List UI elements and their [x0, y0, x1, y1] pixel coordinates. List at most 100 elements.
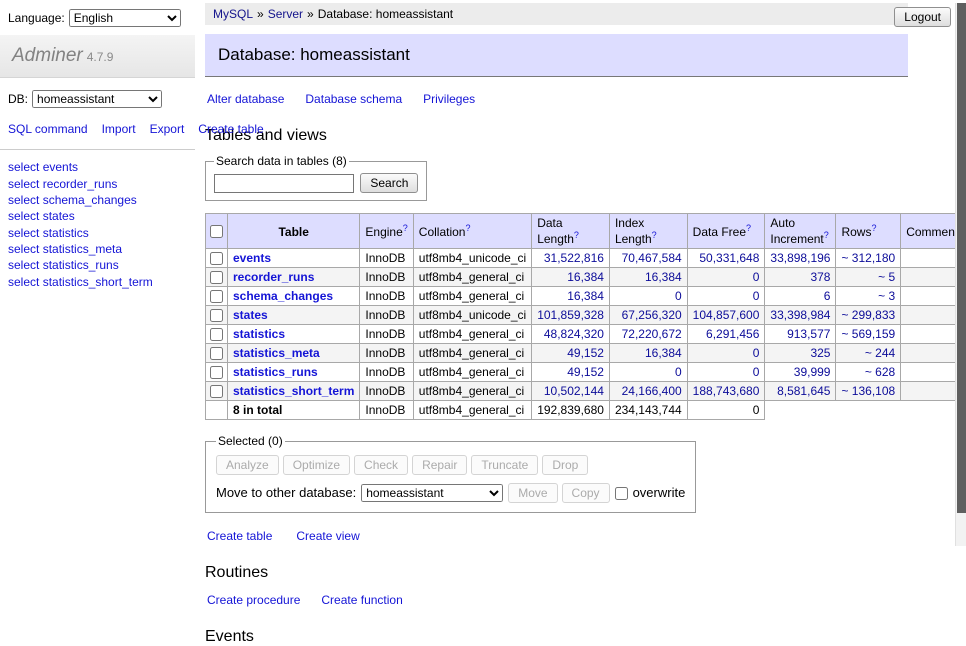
- auto-increment-link[interactable]: 8,581,645: [777, 384, 830, 398]
- create-function-link[interactable]: Create function: [321, 593, 402, 607]
- database-schema-link[interactable]: Database schema: [305, 92, 402, 106]
- rows-link[interactable]: ~ 569,159: [841, 327, 895, 341]
- row-checkbox[interactable]: [210, 385, 223, 398]
- rows-link[interactable]: ~ 3: [878, 289, 895, 303]
- rows-link[interactable]: ~ 299,833: [841, 308, 895, 322]
- table-name-link[interactable]: statistics_meta: [233, 346, 320, 360]
- rows-link[interactable]: ~ 312,180: [841, 251, 895, 265]
- data-free-link[interactable]: 0: [753, 270, 760, 284]
- row-checkbox[interactable]: [210, 366, 223, 379]
- rows-link[interactable]: ~ 136,108: [841, 384, 895, 398]
- select-link[interactable]: select: [8, 193, 39, 207]
- table-name-link[interactable]: states: [233, 308, 268, 322]
- rows-link[interactable]: ~ 244: [865, 346, 895, 360]
- table-name-link[interactable]: schema_changes: [233, 289, 333, 303]
- vertical-scrollbar[interactable]: [955, 3, 966, 546]
- index-length-link[interactable]: 0: [675, 365, 682, 379]
- select-link[interactable]: select: [8, 275, 39, 289]
- auto-increment-link[interactable]: 378: [810, 270, 830, 284]
- column-help-link[interactable]: ?: [746, 223, 751, 233]
- repair-button[interactable]: Repair: [412, 455, 467, 475]
- column-help-link[interactable]: ?: [871, 223, 876, 233]
- table-name-link[interactable]: statistics_runs: [233, 365, 318, 379]
- table-name-link[interactable]: schema_changes: [43, 193, 137, 207]
- auto-increment-link[interactable]: 33,398,984: [770, 308, 830, 322]
- column-help-link[interactable]: ?: [403, 223, 408, 233]
- overwrite-label[interactable]: overwrite: [633, 485, 686, 500]
- column-help-link[interactable]: ?: [574, 230, 579, 240]
- data-length-link[interactable]: 49,152: [567, 346, 604, 360]
- index-length-link[interactable]: 16,384: [645, 270, 682, 284]
- data-free-link[interactable]: 0: [753, 346, 760, 360]
- select-link[interactable]: select: [8, 242, 39, 256]
- drop-button[interactable]: Drop: [542, 455, 588, 475]
- auto-increment-link[interactable]: 33,898,196: [770, 251, 830, 265]
- data-length-link[interactable]: 16,384: [567, 289, 604, 303]
- data-length-link[interactable]: 16,384: [567, 270, 604, 284]
- auto-increment-link[interactable]: 39,999: [794, 365, 831, 379]
- data-length-link[interactable]: 48,824,320: [544, 327, 604, 341]
- row-checkbox[interactable]: [210, 328, 223, 341]
- data-free-link[interactable]: 188,743,680: [693, 384, 760, 398]
- logout-button[interactable]: Logout: [894, 7, 951, 27]
- language-select[interactable]: English: [69, 9, 181, 27]
- row-checkbox[interactable]: [210, 290, 223, 303]
- index-length-link[interactable]: 70,467,584: [622, 251, 682, 265]
- data-length-link[interactable]: 10,502,144: [544, 384, 604, 398]
- table-name-link[interactable]: events: [43, 160, 78, 174]
- column-help-link[interactable]: ?: [652, 230, 657, 240]
- table-name-link[interactable]: statistics: [233, 327, 285, 341]
- row-checkbox[interactable]: [210, 309, 223, 322]
- table-name-link[interactable]: recorder_runs: [233, 270, 314, 284]
- select-link[interactable]: select: [8, 177, 39, 191]
- table-name-link[interactable]: statistics_short_term: [43, 275, 153, 289]
- row-checkbox[interactable]: [210, 271, 223, 284]
- select-link[interactable]: select: [8, 258, 39, 272]
- select-link[interactable]: select: [8, 209, 39, 223]
- column-help-link[interactable]: ?: [824, 230, 829, 240]
- table-name-link[interactable]: statistics_short_term: [233, 384, 354, 398]
- truncate-button[interactable]: Truncate: [471, 455, 538, 475]
- search-button[interactable]: Search: [360, 173, 418, 193]
- scrollbar-thumb[interactable]: [957, 3, 966, 513]
- auto-increment-link[interactable]: 6: [824, 289, 831, 303]
- data-free-link[interactable]: 104,857,600: [693, 308, 760, 322]
- table-name-link[interactable]: recorder_runs: [43, 177, 118, 191]
- data-free-link[interactable]: 0: [753, 365, 760, 379]
- data-length-link[interactable]: 49,152: [567, 365, 604, 379]
- row-checkbox[interactable]: [210, 347, 223, 360]
- breadcrumb-link-mysql[interactable]: MySQL: [213, 7, 253, 21]
- index-length-link[interactable]: 67,256,320: [622, 308, 682, 322]
- sidebar-link-create-table[interactable]: Create table: [198, 122, 263, 136]
- column-help-link[interactable]: ?: [465, 223, 470, 233]
- data-free-link[interactable]: 50,331,648: [699, 251, 759, 265]
- search-input[interactable]: [214, 174, 354, 193]
- table-name-link[interactable]: statistics_meta: [43, 242, 122, 256]
- create-table-link[interactable]: Create table: [207, 529, 272, 543]
- sidebar-link-sql-command[interactable]: SQL command: [8, 122, 88, 136]
- data-free-link[interactable]: 6,291,456: [706, 327, 759, 341]
- analyze-button[interactable]: Analyze: [216, 455, 279, 475]
- overwrite-checkbox[interactable]: [615, 487, 628, 500]
- create-view-link[interactable]: Create view: [296, 529, 359, 543]
- auto-increment-link[interactable]: 913,577: [787, 327, 830, 341]
- data-free-link[interactable]: 0: [753, 289, 760, 303]
- check-button[interactable]: Check: [354, 455, 408, 475]
- select-link[interactable]: select: [8, 226, 39, 240]
- row-checkbox[interactable]: [210, 252, 223, 265]
- data-length-link[interactable]: 101,859,328: [537, 308, 604, 322]
- table-name-link[interactable]: states: [43, 209, 75, 223]
- table-name-link[interactable]: statistics_runs: [43, 258, 119, 272]
- index-length-link[interactable]: 24,166,400: [622, 384, 682, 398]
- select-all-checkbox[interactable]: [210, 225, 223, 238]
- rows-link[interactable]: ~ 628: [865, 365, 895, 379]
- index-length-link[interactable]: 0: [675, 289, 682, 303]
- copy-button[interactable]: Copy: [562, 483, 610, 503]
- auto-increment-link[interactable]: 325: [810, 346, 830, 360]
- move-database-select[interactable]: homeassistant: [361, 484, 503, 502]
- move-button[interactable]: Move: [508, 483, 557, 503]
- sidebar-link-import[interactable]: Import: [102, 122, 136, 136]
- rows-link[interactable]: ~ 5: [878, 270, 895, 284]
- optimize-button[interactable]: Optimize: [283, 455, 350, 475]
- create-procedure-link[interactable]: Create procedure: [207, 593, 300, 607]
